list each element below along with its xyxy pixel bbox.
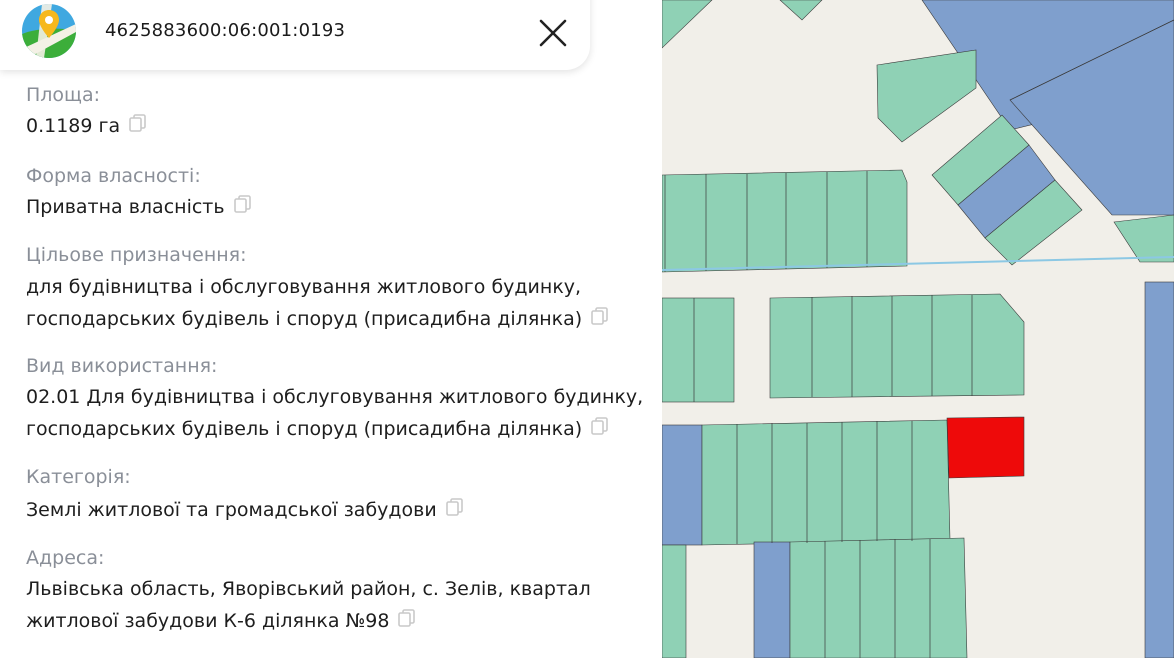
ownership-value-line: Приватна власність [26,196,225,218]
usage-type-value-line: 02.01 Для будівництва і обслуговування ж… [26,386,644,408]
map-parcel-green [779,0,823,21]
category-label: Категорія: [26,466,131,488]
map-parcel-row [789,537,968,658]
parcel-info-panel: 4625883600:06:001:0193 Площа: 0.1189 га … [0,0,662,658]
cadastral-number: 4625883600:06:001:0193 [105,20,346,41]
purpose-label: Цільове призначення: [26,244,247,266]
usage-type-value: 02.01 Для будівництва і обслуговування ж… [26,381,643,445]
ownership-value: Приватна власність [26,191,253,223]
copy-icon[interactable] [397,608,417,628]
address-value: Львівська область, Яворівський район, с.… [26,573,591,637]
address-value-line: житлової забудови К-6 ділянка №98 [26,610,390,632]
map-parcel-blue [1144,281,1174,658]
area-value: 0.1189 га [26,110,148,142]
map-parcel-green [1113,214,1174,263]
usage-type-value-line: господарських будівель і споруд (присади… [26,418,583,440]
area-label: Площа: [26,84,100,106]
parcel-header: 4625883600:06:001:0193 [0,0,590,70]
purpose-value-line: господарських будівель і споруд (присади… [26,308,583,330]
ownership-label: Форма власності: [26,165,201,187]
map-parcel-row [662,169,908,273]
category-value: Землі житлової та громадської забудови [26,494,465,526]
cadastral-map[interactable] [662,0,1174,658]
map-parcel-green [662,544,687,658]
copy-icon[interactable] [590,416,610,436]
purpose-value: для будівництва і обслуговування житлово… [26,271,610,335]
copy-icon[interactable] [128,113,148,133]
copy-icon[interactable] [590,306,610,326]
map-canvas[interactable] [662,0,1174,658]
usage-type-label: Вид використання: [26,355,218,377]
map-parcel-row [769,293,1025,399]
area-value-line: 0.1189 га [26,115,121,137]
selected-parcel [946,416,1025,479]
address-value-line: Львівська область, Яворівський район, с.… [26,578,591,600]
map-parcel-row [701,419,951,546]
address-label: Адреса: [26,547,105,569]
map-parcel-green [662,0,713,49]
copy-icon[interactable] [233,194,253,214]
map-parcel-green [876,49,977,143]
map-parcel-row [662,297,735,403]
close-icon[interactable] [534,14,572,52]
purpose-value-line: для будівництва і обслуговування житлово… [26,276,582,298]
map-parcel-blue [753,541,791,658]
copy-icon[interactable] [445,497,465,517]
map-pin-logo-icon [22,4,76,58]
category-value-line: Землі житлової та громадської забудови [26,499,437,521]
map-parcel-blue [662,424,703,546]
